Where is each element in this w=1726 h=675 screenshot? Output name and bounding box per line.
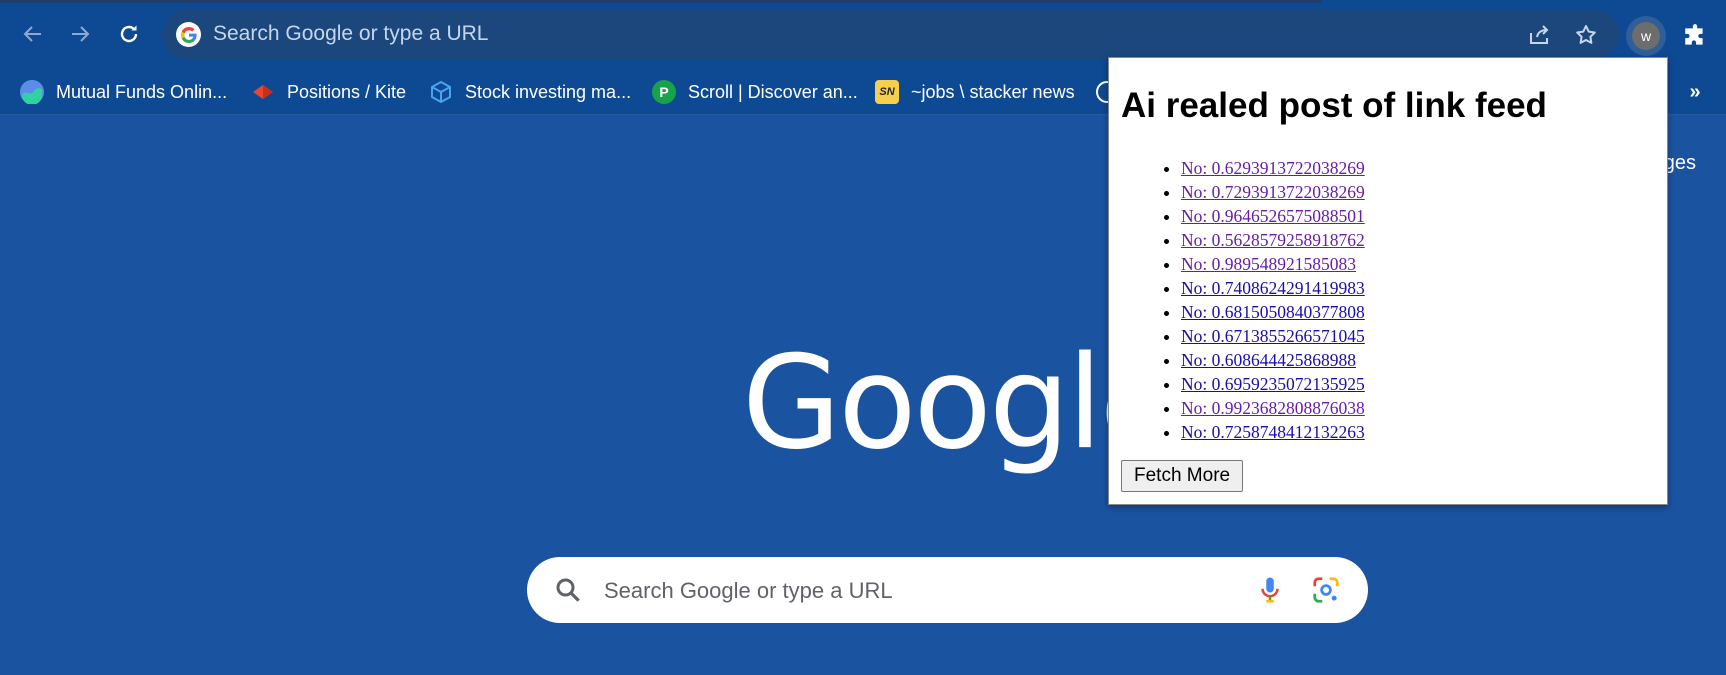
avatar: w [1632,22,1660,50]
bookmark-item[interactable]: Positions / Kite [251,76,406,108]
fetch-more-button[interactable]: Fetch More [1121,460,1244,492]
bookmark-label: Positions / Kite [287,81,407,102]
list-item: No: 0.989548921585083 [1181,252,1365,276]
bookmark-item[interactable]: P Scroll | Discover an... [652,76,858,108]
omnibox-placeholder: Search Google or type a URL [213,22,489,45]
feed-link[interactable]: No: 0.5628579258918762 [1181,230,1365,250]
arrow-left-icon [23,26,41,42]
reload-icon [120,25,138,43]
share-button[interactable] [1524,20,1554,50]
arrow-right-icon [72,26,90,42]
share-icon [1530,25,1549,44]
feed-link[interactable]: No: 0.7408624291419983 [1181,278,1365,298]
scroll-icon: P [652,80,676,104]
star-icon [1576,25,1596,44]
ntp-search-box[interactable]: Search Google or type a URL [527,557,1368,623]
stacker-news-icon: SN [875,80,899,104]
kite-icon [251,80,275,104]
extension-popup: Ai realed post of link feed No: 0.629391… [1108,57,1668,505]
list-item: No: 0.7293913722038269 [1181,180,1365,204]
feed-link[interactable]: No: 0.7258748412132263 [1181,422,1365,442]
link-feed-list: No: 0.6293913722038269 No: 0.729391372203… [1149,156,1365,444]
bookmark-label: Stock investing ma... [465,81,632,102]
bookmark-label: Scroll | Discover an... [688,81,858,102]
feed-link[interactable]: No: 0.9923682808876038 [1181,398,1365,418]
back-button[interactable] [13,14,53,54]
extensions-button[interactable] [1677,18,1713,54]
bookmark-star-button[interactable] [1571,20,1601,50]
feed-link[interactable]: No: 0.6293913722038269 [1181,158,1365,178]
forward-button[interactable] [60,14,100,54]
feed-link[interactable]: No: 0.6959235072135925 [1181,374,1365,394]
puzzle-piece-icon [1685,24,1703,45]
list-item: No: 0.5628579258918762 [1181,228,1365,252]
bookmarks-overflow-button[interactable]: » [1680,76,1710,108]
feed-link[interactable]: No: 0.989548921585083 [1181,254,1356,274]
bookmark-label: ~jobs \ stacker news [911,81,1075,102]
list-item: No: 0.7258748412132263 [1181,420,1365,444]
kuvera-icon [20,80,44,104]
bookmark-item[interactable]: Stock investing ma... [429,76,631,108]
box-icon [429,80,453,104]
list-item: No: 0.6815050840377808 [1181,300,1365,324]
profile-button[interactable]: w [1626,16,1666,56]
list-item: No: 0.9646526575088501 [1181,204,1365,228]
list-item: No: 0.6959235072135925 [1181,372,1365,396]
list-item: No: 0.6293913722038269 [1181,156,1365,180]
microphone-icon[interactable] [1255,575,1285,605]
list-item: No: 0.9923682808876038 [1181,396,1365,420]
google-lens-icon[interactable] [1311,575,1341,605]
feed-link[interactable]: No: 0.6713855266571045 [1181,326,1365,346]
feed-link[interactable]: No: 0.608644425868988 [1181,350,1356,370]
search-icon [556,578,580,602]
list-item: No: 0.7408624291419983 [1181,276,1365,300]
reload-button[interactable] [109,14,149,54]
list-item: No: 0.608644425868988 [1181,348,1365,372]
omnibox[interactable]: Search Google or type a URL [162,10,1619,59]
feed-link[interactable]: No: 0.7293913722038269 [1181,182,1365,202]
tab-strip-edge [0,0,1322,3]
bookmark-label: Mutual Funds Onlin... [56,81,228,102]
bookmark-item[interactable]: SN ~jobs \ stacker news [875,76,1075,108]
feed-link[interactable]: No: 0.9646526575088501 [1181,206,1365,226]
popup-title: Ai realed post of link feed [1121,86,1547,125]
ntp-search-placeholder: Search Google or type a URL [604,578,893,603]
feed-link[interactable]: No: 0.6815050840377808 [1181,302,1365,322]
bookmark-item[interactable]: Mutual Funds Onlin... [20,76,227,108]
list-item: No: 0.6713855266571045 [1181,324,1365,348]
google-g-icon [176,22,201,47]
